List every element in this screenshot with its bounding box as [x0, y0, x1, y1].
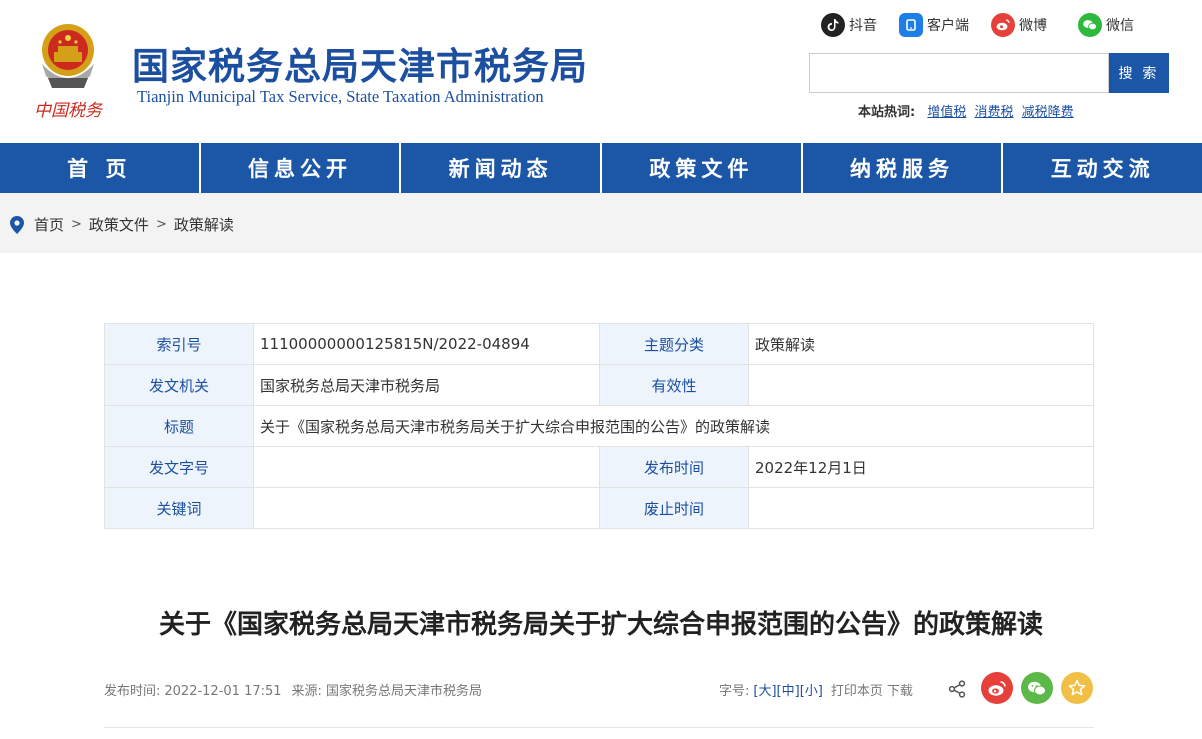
star-icon — [1068, 679, 1086, 696]
category-value: 政策解读 — [748, 323, 1094, 365]
table-row: 索引号 11100000000125815N/2022-04894 主题分类 政… — [104, 323, 1094, 365]
favorite-button[interactable] — [1061, 672, 1093, 704]
table-row: 关键词 废止时间 — [104, 487, 1094, 529]
weibo-label: 微博 — [1019, 18, 1047, 34]
expire-value — [748, 487, 1094, 529]
font-medium-button[interactable]: [中] — [777, 680, 800, 699]
hot-words-label: 本站热词: — [858, 105, 916, 120]
site-title: 国家税务总局天津市税务局 — [132, 45, 588, 88]
font-small-button[interactable]: [小] — [800, 680, 823, 699]
category-label: 主题分类 — [599, 323, 749, 365]
weibo-link[interactable]: 微博 — [991, 13, 1047, 37]
douyin-label: 抖音 — [849, 18, 877, 34]
client-label: 客户端 — [927, 18, 969, 34]
publish-label: 发布时间: — [104, 684, 161, 699]
breadcrumb-separator-icon: > — [71, 217, 82, 232]
docno-label: 发文字号 — [104, 446, 254, 488]
site-header: 中国税务 国家税务总局天津市税务局 Tianjin Municipal Tax … — [0, 0, 1202, 143]
publish-time: 2022-12-01 17:51 — [164, 684, 282, 699]
nav-policy-docs[interactable]: 政策文件 — [600, 143, 801, 193]
logo-text: 中国税务 — [34, 101, 104, 121]
share-icon[interactable] — [947, 679, 967, 699]
source-label: 来源: — [291, 684, 322, 699]
title-value: 关于《国家税务总局天津市税务局关于扩大综合申报范围的公告》的政策解读 — [253, 405, 1094, 447]
index-label: 索引号 — [104, 323, 254, 365]
source-value: 国家税务总局天津市税务局 — [325, 684, 482, 699]
print-button[interactable]: 打印本页 — [831, 680, 883, 699]
font-large-button[interactable]: [大] — [753, 680, 776, 699]
share-wechat-button[interactable] — [1021, 672, 1053, 704]
divider — [104, 727, 1094, 728]
share-weibo-button[interactable] — [981, 672, 1013, 704]
index-value: 11100000000125815N/2022-04894 — [253, 323, 600, 365]
expire-label: 废止时间 — [599, 487, 749, 529]
issuer-value: 国家税务总局天津市税务局 — [253, 364, 600, 406]
breadcrumb-policy-docs[interactable]: 政策文件 — [89, 214, 149, 235]
font-size-label: 字号: — [719, 684, 750, 699]
validity-label: 有效性 — [599, 364, 749, 406]
keyword-label: 关键词 — [104, 487, 254, 529]
site-subtitle: Tianjin Municipal Tax Service, State Tax… — [137, 87, 544, 106]
breadcrumb-bar: 首页 > 政策文件 > 政策解读 — [0, 193, 1202, 253]
search-input[interactable] — [809, 53, 1109, 93]
search-button[interactable]: 搜 索 — [1109, 53, 1169, 93]
article-meta: 发布时间: 2022-12-01 17:51 来源: 国家税务总局天津市税务局 — [104, 680, 486, 699]
weibo-icon — [991, 13, 1015, 37]
breadcrumb-home[interactable]: 首页 — [34, 214, 64, 235]
douyin-link[interactable]: 抖音 — [821, 13, 877, 37]
weibo-icon — [988, 680, 1006, 696]
docno-value — [253, 446, 600, 488]
issuer-label: 发文机关 — [104, 364, 254, 406]
table-row: 标题 关于《国家税务总局天津市税务局关于扩大综合申报范围的公告》的政策解读 — [104, 405, 1094, 447]
hot-words: 本站热词: 增值税 消费税 减税降费 — [858, 101, 1078, 120]
hot-word-consumption-tax[interactable]: 消费税 — [975, 105, 1014, 120]
wechat-icon — [1028, 681, 1046, 695]
breadcrumb-separator-icon: > — [155, 217, 167, 232]
client-link[interactable]: 客户端 — [899, 13, 969, 37]
wechat-icon — [1078, 13, 1102, 37]
title-label: 标题 — [104, 405, 254, 447]
validity-value — [748, 364, 1094, 406]
pubtime-label: 发布时间 — [599, 446, 749, 488]
tax-emblem-logo[interactable]: 中国税务 — [28, 16, 108, 126]
pubtime-value: 2022年12月1日 — [748, 446, 1094, 488]
document-info-table: 索引号 11100000000125815N/2022-04894 主题分类 政… — [104, 323, 1094, 529]
article-title: 关于《国家税务总局天津市税务局关于扩大综合申报范围的公告》的政策解读 — [158, 610, 1043, 640]
table-row: 发文机关 国家税务总局天津市税务局 有效性 — [104, 364, 1094, 406]
nav-news[interactable]: 新闻动态 — [399, 143, 600, 193]
wechat-label: 微信 — [1106, 18, 1134, 34]
nav-tax-service[interactable]: 纳税服务 — [800, 143, 1002, 193]
nav-info-disclosure[interactable]: 信息公开 — [198, 143, 400, 193]
keyword-value — [253, 487, 600, 529]
article-tools: 字号: [大] [中] [小] 打印本页 下载 — [719, 680, 913, 699]
hot-word-vat[interactable]: 增值税 — [927, 105, 966, 120]
main-nav: 首 页 信息公开 新闻动态 政策文件 纳税服务 互动交流 — [0, 143, 1202, 193]
download-button[interactable]: 下载 — [887, 680, 913, 699]
client-app-icon — [899, 13, 923, 37]
breadcrumb-policy-interpretation[interactable]: 政策解读 — [174, 214, 234, 235]
table-row: 发文字号 发布时间 2022年12月1日 — [104, 446, 1094, 488]
breadcrumb: 首页 > 政策文件 > 政策解读 — [10, 214, 234, 235]
hot-word-tax-reduction[interactable]: 减税降费 — [1022, 105, 1074, 120]
nav-home[interactable]: 首 页 — [0, 143, 199, 193]
location-pin-icon — [10, 215, 24, 234]
douyin-icon — [821, 13, 845, 37]
nav-interaction[interactable]: 互动交流 — [1001, 143, 1202, 193]
wechat-link[interactable]: 微信 — [1078, 13, 1134, 37]
